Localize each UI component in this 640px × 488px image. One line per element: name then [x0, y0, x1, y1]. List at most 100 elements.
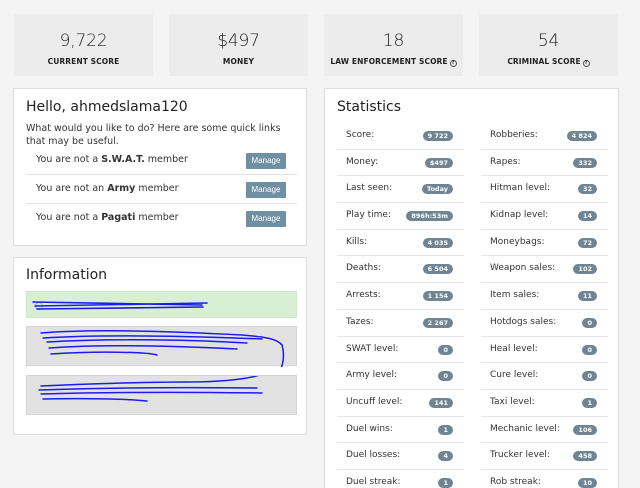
- stat-row-label: Mechanic level:: [490, 423, 560, 434]
- stat-row: Last seen: Today: [337, 176, 464, 204]
- stat-row-label: SWAT level:: [346, 343, 399, 354]
- stat-row: Deaths: 6 504: [337, 256, 464, 284]
- stat-row-badge: 0: [438, 371, 453, 382]
- stat-row: Mechanic level: 106: [481, 417, 608, 444]
- stat-label-wrap: LAW ENFORCEMENT SCORE?: [324, 57, 463, 67]
- stat-row: Rob streak: 10: [481, 470, 608, 488]
- stat-row-badge: 0: [582, 344, 597, 355]
- stat-row-badge: 2 267: [422, 317, 453, 328]
- stat-row-badge: 1: [438, 477, 453, 488]
- stat-row-label: Duel losses:: [346, 450, 401, 461]
- membership-text: You are not a Pagati member: [36, 212, 179, 223]
- stat-label: LAW ENFORCEMENT SCORE: [330, 57, 448, 66]
- stat-row: Taxi level: 1: [481, 390, 608, 417]
- stat-row-label: Moneybags:: [490, 236, 545, 247]
- stat-row-badge: 458: [573, 451, 597, 462]
- membership-suffix: member: [135, 212, 179, 223]
- stat-label: MONEY: [222, 57, 255, 66]
- manage-army-button[interactable]: Manage: [246, 182, 286, 198]
- membership-group: Pagati: [101, 212, 136, 223]
- stat-row-badge: 9 722: [422, 131, 453, 141]
- stat-row-label: Hitman level:: [490, 183, 551, 194]
- stat-row-label: Army level:: [346, 370, 398, 381]
- stat-label: CURRENT SCORE: [47, 57, 120, 66]
- statistics-left-column: Score: 9 722 Money: $497 Last seen: Today Play…: [337, 123, 464, 488]
- info-alert-2: [26, 375, 297, 415]
- stat-row-label: Weapon sales:: [490, 263, 556, 274]
- stat-row: Army level: 0: [337, 363, 464, 390]
- stat-row: Duel losses: 4: [337, 443, 464, 470]
- stat-row: Trucker level: 458: [481, 443, 608, 470]
- stat-row-label: Taxi level:: [490, 396, 535, 407]
- stat-row-label: Tazes:: [346, 316, 374, 327]
- stat-row-label: Deaths:: [346, 263, 381, 274]
- membership-text: You are not an Army member: [36, 183, 179, 194]
- stat-label-wrap: CRIMINAL SCORE?: [479, 57, 618, 67]
- stat-row-label: Duel streak:: [346, 476, 401, 487]
- stat-row-badge: 102: [573, 264, 597, 275]
- stat-row: Uncuff level: 141: [337, 390, 464, 417]
- stat-card-money: $497 MONEY: [169, 14, 308, 76]
- stat-row: Cure level: 0: [481, 363, 608, 390]
- stat-row-badge: 72: [577, 237, 597, 248]
- stat-row-badge: 1: [438, 424, 453, 435]
- stat-row: Kidnap level: 14: [481, 203, 608, 230]
- stat-row-badge: 4 035: [422, 237, 453, 248]
- membership-text: You are not a S.W.A.T. member: [36, 154, 188, 165]
- stat-value: 54: [537, 31, 560, 51]
- membership-group: S.W.A.T.: [101, 154, 145, 165]
- stat-row-badge: 32: [577, 184, 597, 195]
- manage-swat-button[interactable]: Manage: [246, 153, 286, 169]
- hello-intro: What would you like to do? Here are some…: [26, 123, 281, 147]
- stat-row-badge: 6 504: [422, 264, 453, 275]
- statistics-right-column: Robberies: 4 824 Rapes: 332 Hitman level: 32 K…: [481, 123, 608, 488]
- question-circle-icon[interactable]: ?: [582, 60, 590, 67]
- stat-row: Tazes: 2 267: [337, 310, 464, 337]
- stat-row-badge: 14: [577, 211, 597, 222]
- stat-value: 9,722: [59, 31, 108, 51]
- stat-row-badge: 141: [429, 397, 453, 408]
- membership-prefix: You are not an: [36, 183, 108, 194]
- stat-row-badge: 4: [438, 451, 453, 462]
- membership-row-swat: You are not a S.W.A.T. member Manage: [26, 148, 297, 175]
- stat-row-badge: 10: [577, 477, 597, 488]
- question-circle-icon[interactable]: ?: [449, 60, 457, 67]
- top-stats: 9,722 CURRENT SCORE $497 MONEY 18 LAW EN…: [14, 14, 618, 76]
- stat-card-current-score: 9,722 CURRENT SCORE: [14, 14, 153, 76]
- stat-row-badge: Today: [421, 184, 453, 195]
- stat-row: Rapes: 332: [481, 150, 608, 177]
- info-alert-success: [26, 291, 297, 318]
- stat-row: Money: $497: [337, 150, 464, 177]
- membership-group: Army: [107, 183, 136, 194]
- stat-row-label: Kills:: [346, 236, 368, 247]
- stat-row-badge: 0: [582, 371, 597, 382]
- stat-row: Robberies: 4 824: [481, 123, 608, 150]
- stat-row: Duel streak: 1: [337, 470, 464, 488]
- stat-row-label: Play time:: [346, 210, 391, 221]
- statistics-panel: Statistics Score: 9 722 Money: $497 Last see…: [324, 88, 619, 488]
- statistics-title: Statistics: [337, 99, 401, 115]
- stat-card-law-enforcement-score: 18 LAW ENFORCEMENT SCORE?: [324, 14, 463, 76]
- stat-row-label: Cure level:: [490, 370, 539, 381]
- membership-prefix: You are not a: [36, 154, 102, 165]
- stat-value: 18: [382, 31, 405, 51]
- stat-row: Kills: 4 035: [337, 230, 464, 257]
- stat-row-label: Robberies:: [490, 130, 538, 140]
- stat-row-badge: 1 154: [422, 291, 453, 302]
- stat-row-label: Rob streak:: [490, 476, 541, 487]
- membership-prefix: You are not a: [36, 212, 102, 223]
- redaction-scribble: [38, 376, 263, 402]
- stat-row-label: Item sales:: [490, 290, 540, 301]
- stat-row-label: Kidnap level:: [490, 210, 549, 221]
- information-title: Information: [26, 267, 108, 283]
- stat-row-badge: 0: [438, 344, 453, 355]
- stat-row-label: Duel wins:: [346, 423, 393, 434]
- stat-row: Hotdogs sales: 0: [481, 310, 608, 337]
- membership-suffix: member: [135, 183, 179, 194]
- manage-pagati-button[interactable]: Manage: [246, 211, 286, 227]
- stat-row-label: Money:: [346, 156, 379, 167]
- stat-card-criminal-score: 54 CRIMINAL SCORE?: [479, 14, 618, 76]
- stat-row-badge: 4 824: [566, 131, 597, 141]
- stat-row-badge: 0: [582, 317, 597, 328]
- stat-row-label: Rapes:: [490, 156, 521, 167]
